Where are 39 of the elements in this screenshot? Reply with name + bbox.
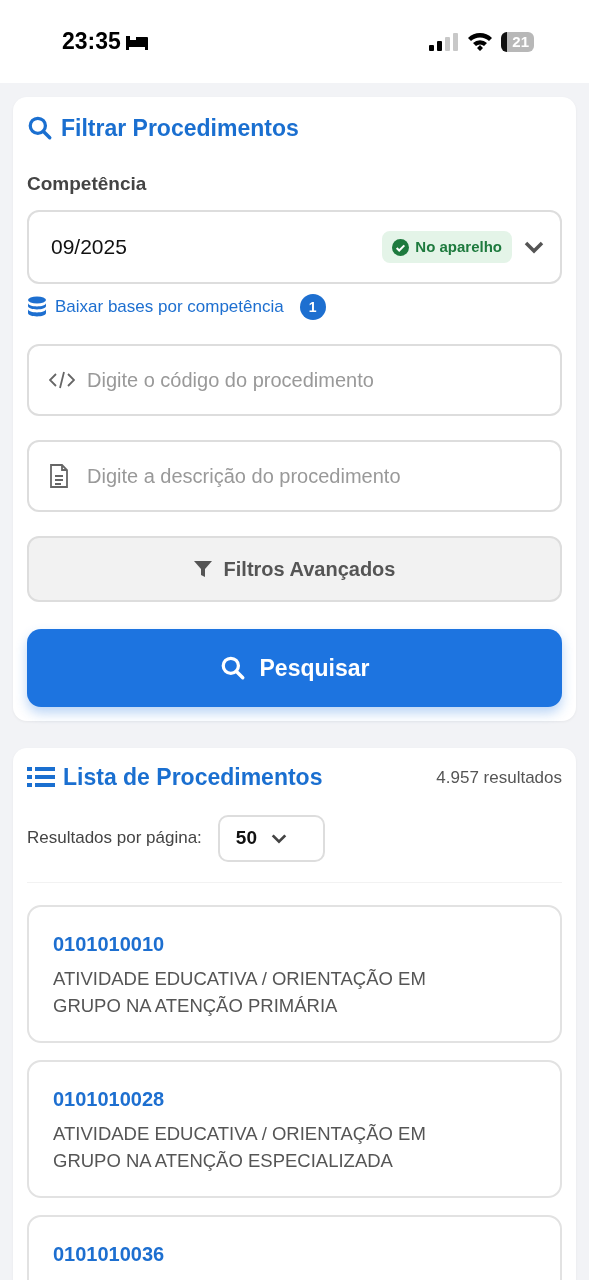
field-label: Competência xyxy=(27,171,148,196)
code-field[interactable]: Digite o código do procedimento xyxy=(27,344,562,416)
check-circle-icon xyxy=(392,238,410,256)
code-icon xyxy=(49,371,75,389)
select-value: 09/2025 xyxy=(51,234,128,261)
procedure-description: ATIVIDADE EDUCATIVA / ORIENTAÇÃO EM GRUPO NA ATENÇÃO PRIMÁRIA xyxy=(53,966,427,1018)
search-icon xyxy=(219,655,246,681)
result-count: 4.957 resultados xyxy=(436,766,562,789)
database-icon xyxy=(27,296,47,318)
procedure-code: 0101010010 xyxy=(53,931,166,957)
list-icon xyxy=(27,766,55,789)
page-size-select[interactable]: 50 xyxy=(217,814,325,862)
wifi-icon xyxy=(467,32,494,51)
battery-level: 21 xyxy=(501,31,534,52)
chevron-down-icon xyxy=(271,832,287,844)
advanced-filters-button[interactable]: Filtros Avançados xyxy=(27,536,562,602)
download-link[interactable]: Baixar bases por competência xyxy=(55,294,284,320)
bed-icon xyxy=(124,33,149,50)
procedure-card[interactable]: 0101010036 xyxy=(27,1214,562,1280)
count-badge: 1 xyxy=(299,294,326,320)
search-button[interactable]: Pesquisar xyxy=(27,629,562,707)
field-label: Resultados por página: xyxy=(27,827,202,850)
select-value: 50 xyxy=(235,825,257,850)
badge-label: No aparelho xyxy=(415,236,502,257)
procedure-card[interactable]: 0101010028 ATIVIDADE EDUCATIVA / ORIENTAÇÃO EM GRUPO NA ATENÇÃO ESPECIALIZADA xyxy=(27,1059,562,1198)
procedure-code: 0101010036 xyxy=(53,1241,166,1267)
card-title: Lista de Procedimentos xyxy=(63,763,323,792)
chevron-down-icon xyxy=(524,240,544,254)
filter-icon xyxy=(193,560,212,578)
search-icon xyxy=(27,115,53,142)
competence-select[interactable]: 09/2025 No aparelho xyxy=(27,210,562,284)
procedure-description: ATIVIDADE EDUCATIVA / ORIENTAÇÃO EM GRUPO NA ATENÇÃO ESPECIALIZADA xyxy=(53,1121,427,1173)
card-title: Filtrar Procedimentos xyxy=(61,114,299,143)
signal-icon xyxy=(429,32,460,51)
procedure-code: 0101010028 xyxy=(53,1086,166,1112)
clock: 23:35 xyxy=(62,27,121,57)
description-field[interactable]: Digite a descrição do procedimento xyxy=(27,440,562,512)
procedure-card[interactable]: 0101010010 ATIVIDADE EDUCATIVA / ORIENTAÇÃO EM GRUPO NA ATENÇÃO PRIMÁRIA xyxy=(27,904,562,1043)
document-icon xyxy=(49,464,69,488)
